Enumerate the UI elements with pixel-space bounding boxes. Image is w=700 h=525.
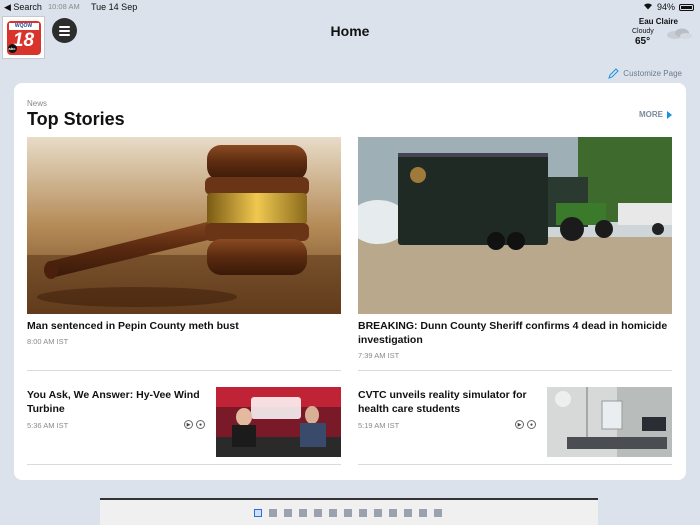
cloud-icon: [667, 28, 692, 39]
photo-icon: ●: [196, 420, 205, 429]
divider: [27, 370, 341, 371]
divider: [358, 370, 672, 371]
story-image-command-center[interactable]: [358, 137, 672, 314]
battery-icon: [679, 3, 694, 11]
status-time: 10:08 AM: [48, 2, 80, 11]
story-image-you-ask[interactable]: [216, 387, 341, 457]
status-date: Tue 14 Sep: [91, 2, 138, 12]
video-icon: ▶: [515, 420, 524, 429]
page-dot[interactable]: [374, 509, 382, 517]
page-title: Home: [330, 23, 370, 39]
story-time: 8:00 AM IST: [27, 337, 69, 346]
status-bar: ◀ Search 10:08 AM Tue 14 Sep 94%: [0, 0, 700, 14]
page-dot[interactable]: [419, 509, 427, 517]
back-to-search-link[interactable]: ◀ Search: [4, 2, 42, 13]
page-dot[interactable]: [404, 509, 412, 517]
story-headline[interactable]: You Ask, We Answer: Hy-Vee Wind Turbine: [27, 388, 207, 416]
story-headline[interactable]: Man sentenced in Pepin County meth bust: [27, 319, 341, 333]
page-dot[interactable]: [359, 509, 367, 517]
pencil-icon: [608, 68, 620, 79]
app-header: WQOW 18 abc Home Eau Claire Cloudy 65°: [0, 14, 700, 59]
section-label: News: [27, 99, 48, 108]
wifi-icon: [643, 2, 653, 12]
customize-page-link[interactable]: Customize Page: [608, 68, 682, 79]
customize-page-label: Customize Page: [623, 69, 682, 78]
story-time: 5:19 AM IST: [358, 421, 400, 430]
divider: [27, 464, 341, 465]
story-time: 7:39 AM IST: [358, 351, 400, 360]
logo-network-badge: abc: [7, 43, 17, 53]
page-dot[interactable]: [284, 509, 292, 517]
weather-temperature: 65°: [635, 36, 651, 47]
story-media-icons: ▶ ●: [515, 420, 536, 429]
page-dot[interactable]: [329, 509, 337, 517]
status-indicators: 94%: [643, 2, 694, 12]
chevron-right-icon: [667, 110, 672, 119]
story-media-icons: ▶ ●: [184, 420, 205, 429]
more-label: MORE: [639, 110, 663, 119]
page-dot[interactable]: [299, 509, 307, 517]
page-dot[interactable]: [389, 509, 397, 517]
weather-condition: Cloudy: [632, 28, 654, 35]
page-dot[interactable]: [434, 509, 442, 517]
photo-icon: ●: [527, 420, 536, 429]
story-headline[interactable]: CVTC unveils reality simulator for healt…: [358, 388, 538, 416]
page-indicator[interactable]: [254, 509, 442, 517]
story-headline[interactable]: BREAKING: Dunn County Sheriff confirms 4…: [358, 319, 672, 347]
more-link[interactable]: MORE: [639, 110, 672, 119]
page-dot[interactable]: [269, 509, 277, 517]
page-dot[interactable]: [344, 509, 352, 517]
page-dot[interactable]: [254, 509, 262, 517]
battery-percent: 94%: [656, 2, 675, 12]
weather-widget[interactable]: Eau Claire Cloudy 65°: [632, 17, 692, 49]
video-icon: ▶: [184, 420, 193, 429]
weather-city: Eau Claire: [638, 17, 678, 26]
top-stories-card: News Top Stories MORE Man sentenced in P…: [14, 83, 686, 480]
story-time: 5:36 AM IST: [27, 421, 69, 430]
story-image-gavel[interactable]: [27, 137, 341, 314]
divider: [358, 464, 672, 465]
section-title: Top Stories: [27, 109, 125, 129]
page-dot[interactable]: [314, 509, 322, 517]
story-image-simulator[interactable]: [547, 387, 672, 457]
